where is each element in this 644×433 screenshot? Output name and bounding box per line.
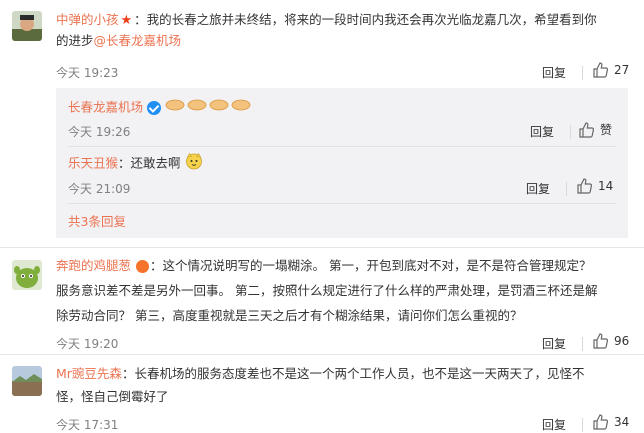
dog-emoji-icon (185, 152, 203, 176)
verified-badge-icon (147, 101, 161, 115)
reply-button[interactable]: 回复 (542, 335, 566, 352)
avatar[interactable] (12, 366, 42, 396)
like-count: 赞 (600, 123, 613, 137)
like-button[interactable]: 96 (592, 333, 629, 349)
comment-item: 奔跑的鸡腿葱 ：这个情况说明写的一塌糊涂。 第一，开包到底对不对，是不是符合管理… (0, 248, 644, 358)
reply-username[interactable]: 长春龙嘉机场 (68, 100, 143, 115)
comment-text: 中弹的小孩 ★ ：我的长春之旅并未终结，将来的一段时间内我还会再次光临龙嘉几次，希望… (56, 10, 597, 31)
comment-time: 今天 19:23 (56, 66, 119, 80)
comment-text-line2: 服务意识差不差是另外一回事。 第二，按照什么规定进行了什么样的严肃处理，是罚酒三… (56, 283, 598, 298)
reply-text: 长春龙嘉机场 (68, 97, 253, 119)
thumbs-up-icon (593, 62, 608, 78)
comment-text-line3: 除劳动合同？ 第三，高度重视就是三天之后才有个糊涂结果，请问你们怎么重视的？ (56, 308, 523, 323)
comment-text-line2: 怪，怪自己倒霉好了 (56, 389, 169, 404)
like-button[interactable]: 赞 (578, 121, 612, 138)
reply-button[interactable]: 回复 (530, 123, 554, 140)
reply-list: 长春龙嘉机场 今天 19:26 回复 赞 乐天丑猴：还敢去啊 今天 21:09 … (56, 88, 628, 238)
vip-star-icon: ★ (120, 13, 133, 28)
reply-button[interactable]: 回复 (542, 416, 566, 433)
reply-username[interactable]: 乐天丑猴 (68, 156, 118, 171)
like-button[interactable]: 14 (576, 178, 613, 194)
comment-text: Mr豌豆先森：长春机场的服务态度差也不是这一个两个工作人员，也不是这一天两天了，… (56, 364, 584, 384)
comment-item: 中弹的小孩 ★ ：我的长春之旅并未终结，将来的一段时间内我还会再次光临龙嘉几次，希望… (0, 0, 644, 238)
mention-link[interactable]: @长春龙嘉机场 (94, 33, 182, 48)
comment-username[interactable]: 奔跑的鸡腿葱 (56, 258, 131, 273)
thumbs-up-icon (593, 414, 608, 430)
reply-button[interactable]: 回复 (542, 64, 566, 81)
thumbs-up-icon (577, 178, 592, 194)
avatar[interactable] (12, 11, 42, 41)
member-badge-icon (136, 260, 149, 273)
reply-text: 乐天丑猴：还敢去啊 (68, 152, 203, 176)
reply-time: 今天 21:09 (68, 182, 131, 196)
handshake-emoji-icon (165, 97, 253, 119)
comment-username[interactable]: Mr豌豆先森 (56, 366, 122, 381)
like-button[interactable]: 34 (592, 414, 629, 430)
comment-username[interactable]: 中弹的小孩 (56, 12, 119, 27)
comment-text-line2: 的进步@长春龙嘉机场 (56, 33, 182, 48)
comment-body: ：我的长春之旅并未终结，将来的一段时间内我还会再次光临龙嘉几次，希望看到你 (134, 12, 597, 27)
comment-body: ：长春机场的服务态度差也不是这一个两个工作人员，也不是这一天两天了，见怪不 (121, 366, 585, 381)
comment-time: 今天 19:20 (56, 337, 119, 351)
comment-body: ：这个情况说明写的一塌糊涂。 第一，开包到底对不对，是不是符合管理规定？ (150, 258, 592, 273)
like-count: 27 (614, 63, 630, 77)
avatar[interactable] (12, 260, 42, 290)
comment-item: Mr豌豆先森：长春机场的服务态度差也不是这一个两个工作人员，也不是这一天两天了，… (0, 356, 644, 433)
reply-button[interactable]: 回复 (526, 180, 550, 197)
like-button[interactable]: 27 (592, 62, 629, 78)
comment-text: 奔跑的鸡腿葱 ：这个情况说明写的一塌糊涂。 第一，开包到底对不对，是不是符合管理… (56, 256, 591, 276)
like-count: 14 (598, 179, 614, 193)
like-count: 34 (614, 415, 630, 429)
like-count: 96 (614, 334, 630, 348)
more-replies-link[interactable]: 共3条回复 (68, 212, 126, 232)
thumbs-up-icon (579, 121, 594, 138)
thumbs-up-icon (593, 333, 608, 349)
comment-time: 今天 17:31 (56, 418, 119, 432)
reply-time: 今天 19:26 (68, 125, 131, 139)
